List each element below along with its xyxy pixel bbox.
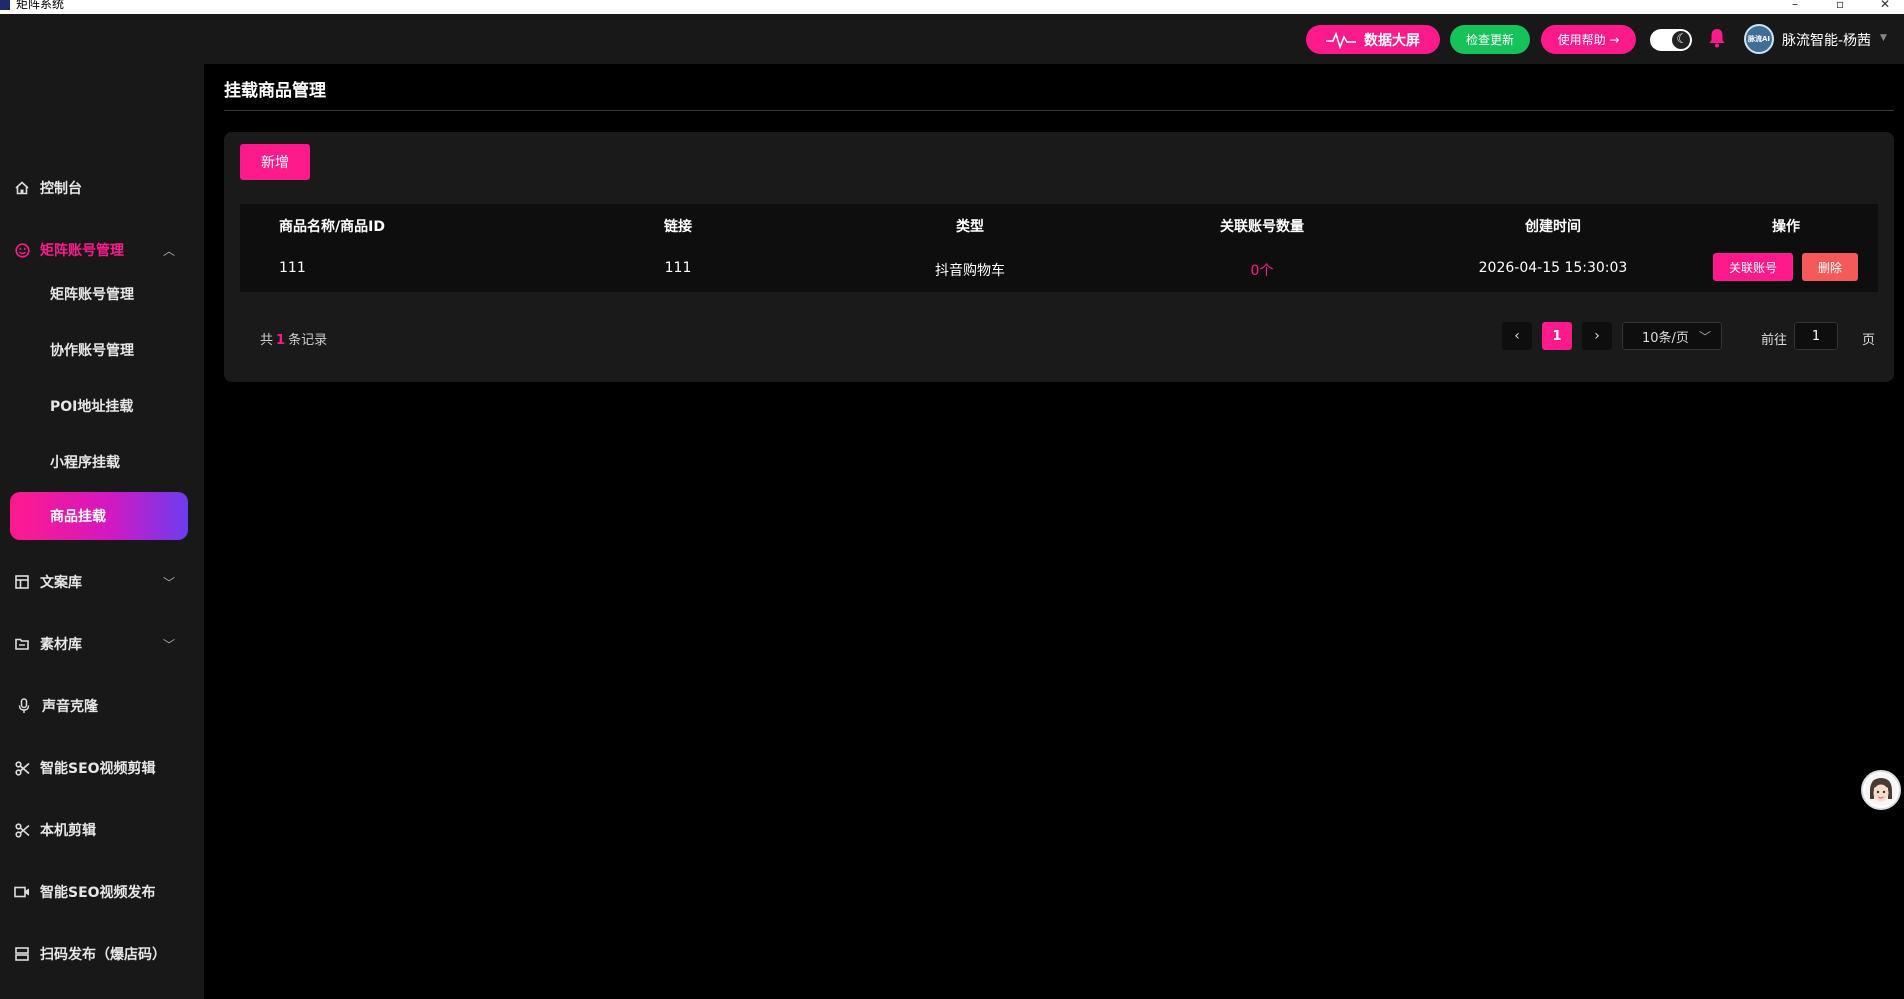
table-header-account-count: 关联账号数量	[1220, 219, 1304, 235]
sidebar-item-label: 素材库	[40, 637, 82, 653]
sidebar-item-qr-publish[interactable]: 扫码发布（爆店码）	[0, 934, 204, 974]
pulse-icon	[1326, 31, 1356, 49]
sidebar-item-label: 智能SEO视频发布	[40, 885, 156, 901]
sidebar-item-label: 扫码发布（爆店码）	[40, 947, 166, 963]
chevron-left-icon: ‹	[1514, 328, 1520, 344]
sidebar-subitem-label: 矩阵账号管理	[50, 287, 134, 303]
sidebar-subitem-matrix-accounts[interactable]: 矩阵账号管理	[10, 270, 188, 318]
table-header-created: 创建时间	[1525, 219, 1581, 235]
page-size-value: 10条/页	[1642, 330, 1689, 346]
sidebar-item-label: 智能SEO视频剪辑	[40, 761, 156, 777]
sidebar-item-voice-clone[interactable]: 声音克隆	[0, 686, 204, 726]
sidebar-item-label: 控制台	[40, 181, 82, 197]
total-records: 共 1 条记录	[260, 329, 327, 348]
chevron-down-icon[interactable]: ▼	[1880, 33, 1887, 43]
sidebar-subitem-label: POI地址挂载	[50, 399, 134, 415]
table-header-link: 链接	[664, 219, 692, 235]
minimize-icon[interactable]: –	[1792, 0, 1798, 10]
total-suffix: 条记录	[288, 333, 328, 348]
sidebar-subitem-collab-accounts[interactable]: 协作账号管理	[10, 326, 188, 374]
page-title: 挂载商品管理	[224, 81, 326, 101]
home-icon	[14, 180, 30, 196]
sidebar-item-console[interactable]: 控制台	[0, 168, 204, 208]
maximize-icon[interactable]: ▫	[1836, 0, 1844, 10]
next-page-button[interactable]: ›	[1582, 322, 1612, 350]
goto-label: 前往	[1761, 333, 1788, 348]
theme-toggle[interactable]: ☾	[1650, 29, 1692, 51]
chevron-right-icon: ›	[1594, 328, 1600, 344]
sidebar-item-seo-video-publish[interactable]: 智能SEO视频发布	[0, 872, 204, 912]
delete-button[interactable]: 删除	[1802, 253, 1858, 281]
content-card: 新增 商品名称/商品ID 链接 类型 关联账号数量 创建时间 操作 111 11…	[224, 132, 1894, 382]
sidebar-subitem-poi-mount[interactable]: POI地址挂载	[10, 382, 188, 430]
add-button[interactable]: 新增	[240, 144, 310, 180]
qrcode-icon	[14, 946, 30, 962]
page-number-current[interactable]: 1	[1542, 322, 1572, 350]
sidebar-item-label: 本机剪辑	[40, 823, 96, 839]
table-cell-type: 抖音购物车	[935, 263, 1005, 279]
table-cell-link: 111	[664, 260, 692, 276]
page-unit-label: 页	[1862, 333, 1876, 348]
main-panel: 挂载商品管理 新增 商品名称/商品ID 链接 类型 关联账号数量 创建时间 操作…	[204, 64, 1904, 999]
help-button[interactable]: 使用帮助 →	[1541, 25, 1636, 54]
table-cell-account-count[interactable]: 0个	[1251, 260, 1274, 280]
sidebar: 控制台 矩阵账号管理 ︿ 矩阵账号管理 协作账号管理 POI地址挂载 小程序挂载…	[0, 64, 204, 999]
window-titlebar: 矩阵系统 – ▫ ✕	[0, 0, 1904, 14]
table-cell-created: 2026-04-15 15:30:03	[1478, 260, 1628, 276]
avatar[interactable]: 脉流AI	[1744, 24, 1774, 54]
sidebar-item-label: 声音克隆	[42, 699, 98, 715]
bell-icon[interactable]	[1708, 27, 1726, 49]
data-screen-button[interactable]: 数据大屏	[1306, 25, 1440, 54]
link-account-button[interactable]: 关联账号	[1713, 253, 1793, 281]
total-count: 1	[276, 333, 286, 348]
goto-page-input[interactable]	[1794, 322, 1838, 350]
sidebar-subitem-label: 商品挂载	[50, 509, 106, 525]
close-icon[interactable]: ✕	[1880, 0, 1890, 10]
assistant-face-icon	[1865, 774, 1897, 806]
sidebar-subitem-label: 小程序挂载	[50, 455, 120, 471]
assistant-avatar-button[interactable]	[1861, 770, 1901, 810]
smile-icon	[14, 242, 30, 258]
total-prefix: 共	[260, 333, 274, 348]
sidebar-item-material-library[interactable]: 素材库 ﹀	[0, 624, 204, 664]
chevron-down-icon: ﹀	[163, 575, 176, 590]
folder-icon	[14, 636, 30, 652]
app-icon	[0, 0, 10, 10]
table-header-name: 商品名称/商品ID	[279, 219, 385, 235]
prev-page-button[interactable]: ‹	[1502, 322, 1532, 350]
scissors-icon	[14, 822, 30, 838]
chevron-down-icon: ﹀	[1698, 330, 1711, 344]
sidebar-item-label: 矩阵账号管理	[40, 243, 124, 259]
chevron-down-icon: ﹀	[163, 637, 176, 652]
sidebar-item-label: 文案库	[40, 575, 82, 591]
check-update-button[interactable]: 检查更新	[1450, 25, 1530, 54]
sidebar-subitem-label: 协作账号管理	[50, 343, 134, 359]
sidebar-subitem-product-mount[interactable]: 商品挂载	[10, 492, 188, 540]
moon-icon: ☾	[1676, 32, 1688, 47]
divider	[224, 110, 1894, 111]
video-icon	[14, 884, 30, 900]
table-header-actions: 操作	[1772, 219, 1800, 235]
sidebar-item-seo-video-edit[interactable]: 智能SEO视频剪辑	[0, 748, 204, 788]
page-size-select[interactable]: 10条/页 ﹀	[1622, 322, 1722, 350]
sidebar-item-copy-library[interactable]: 文案库 ﹀	[0, 562, 204, 602]
table-cell-name: 111	[279, 260, 306, 276]
product-table: 商品名称/商品ID 链接 类型 关联账号数量 创建时间 操作 111 111 抖…	[240, 204, 1878, 292]
chevron-up-icon: ︿	[163, 243, 176, 258]
sidebar-item-local-edit[interactable]: 本机剪辑	[0, 810, 204, 850]
layout-icon	[14, 574, 30, 590]
scissors-icon	[14, 760, 30, 776]
window-title: 矩阵系统	[16, 0, 65, 11]
username[interactable]: 脉流智能-杨茜	[1782, 30, 1871, 50]
table-header-type: 类型	[956, 219, 984, 235]
sidebar-subitem-miniprogram-mount[interactable]: 小程序挂载	[10, 438, 188, 486]
sidebar-item-matrix-accounts[interactable]: 矩阵账号管理 ︿	[0, 230, 204, 270]
mic-icon	[16, 698, 32, 714]
data-screen-label: 数据大屏	[1364, 32, 1420, 49]
